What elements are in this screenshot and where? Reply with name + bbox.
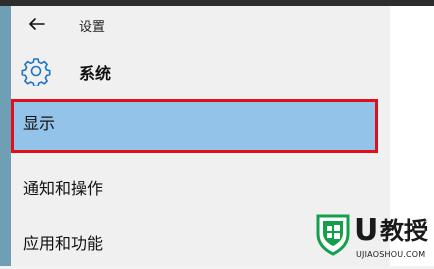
section-header: 系统: [11, 53, 390, 93]
gear-icon: [21, 58, 51, 86]
watermark-brand-cn: 教授: [380, 217, 428, 245]
left-edge-strip: [0, 6, 11, 266]
nav-row: 设置: [11, 10, 390, 40]
menu-item-label: 应用和功能: [23, 234, 104, 253]
watermark-brand: U: [354, 213, 379, 248]
page-title: 系统: [79, 64, 112, 83]
menu-item-display[interactable]: 显示: [11, 99, 378, 153]
menu-item-label: 显示: [23, 114, 56, 133]
shield-logo-icon: [316, 214, 350, 256]
breadcrumb[interactable]: 设置: [79, 16, 105, 35]
back-arrow-icon: [29, 18, 45, 30]
menu-item-label: 通知和操作: [23, 179, 104, 198]
menu-item-notifications[interactable]: 通知和操作: [11, 164, 378, 214]
watermark-domain: UJIAOSHOU.COM: [356, 250, 426, 259]
back-button[interactable]: [27, 14, 47, 34]
watermark-logo: U 教授 UJIAOSHOU.COM: [314, 212, 434, 266]
